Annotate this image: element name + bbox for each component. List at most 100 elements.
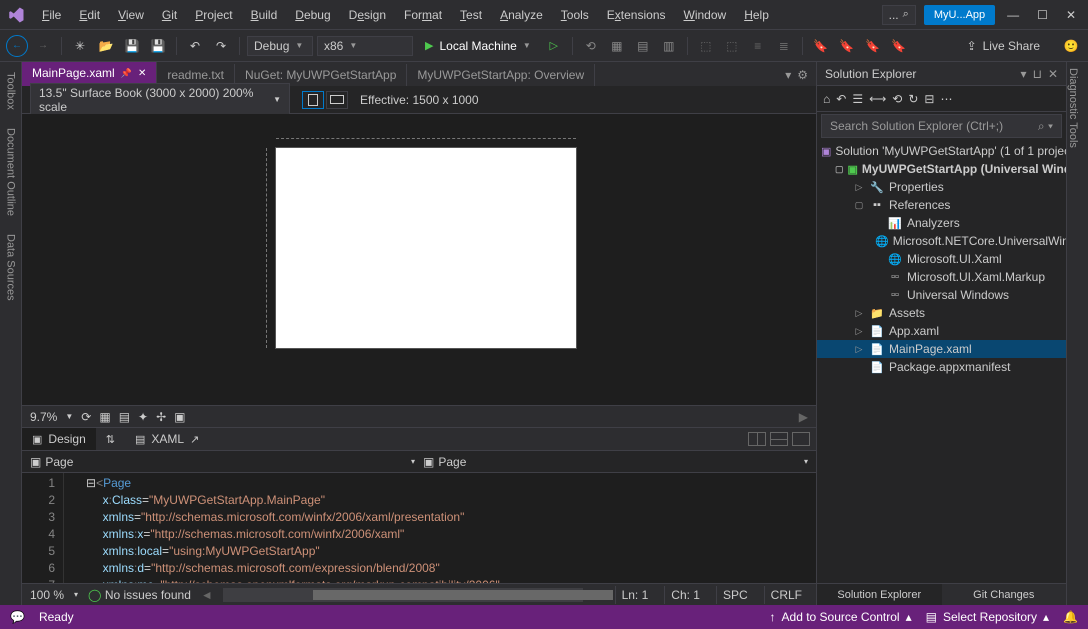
solution-explorer-tab[interactable]: Solution Explorer (817, 584, 942, 605)
horizontal-split-icon[interactable] (770, 432, 788, 446)
design-surface[interactable] (22, 114, 816, 405)
menu-analyze[interactable]: Analyze (492, 4, 551, 26)
gear-icon[interactable]: ⚙ (797, 68, 808, 82)
bookmark-button[interactable]: 🔖 (810, 35, 832, 57)
menu-debug[interactable]: Debug (287, 4, 338, 26)
running-app-pill[interactable]: MyU...App (924, 5, 995, 25)
align-button[interactable]: ⬚ (695, 35, 717, 57)
dropdown-icon[interactable]: ▾ (785, 68, 791, 82)
configuration-dropdown[interactable]: Debug▼ (247, 36, 313, 56)
ref-netcore[interactable]: 🌐Microsoft.NETCore.UniversalWindowsPlatf… (817, 232, 1066, 250)
menu-build[interactable]: Build (243, 4, 286, 26)
pin-icon[interactable]: ⊔ (1033, 67, 1042, 81)
menu-project[interactable]: Project (187, 4, 240, 26)
vertical-split-icon[interactable] (748, 432, 766, 446)
tool-button[interactable]: ▤ (632, 35, 654, 57)
scroll-left[interactable]: ◄ (201, 588, 213, 602)
output-icon[interactable]: 💬 (10, 610, 25, 624)
doc-tab[interactable]: MyUWPGetStartApp: Overview (407, 64, 595, 86)
scroll-right-icon[interactable]: ▶ (799, 410, 808, 424)
tool-button[interactable]: ▥ (658, 35, 680, 57)
more-icon[interactable]: ⋯ (940, 92, 952, 106)
undo-button[interactable]: ↶ (184, 35, 206, 57)
effects-icon[interactable]: ✢ (156, 410, 166, 424)
issues-indicator[interactable]: ◯ No issues found (88, 588, 191, 602)
effects-icon[interactable]: ✦ (138, 410, 148, 424)
add-source-control-button[interactable]: ↑ Add to Source Control ▴ (770, 610, 912, 624)
assets-folder[interactable]: ▷📁Assets (817, 304, 1066, 322)
manifest-file[interactable]: 📄Package.appxmanifest (817, 358, 1066, 376)
project-node[interactable]: ▢▣MyUWPGetStartApp (Universal Windows) (817, 160, 1066, 178)
properties-node[interactable]: ▷🔧Properties (817, 178, 1066, 196)
collapse-icon[interactable]: ⊟ (924, 92, 934, 106)
nav-fwd-button[interactable]: → (32, 35, 54, 57)
redo-button[interactable]: ↷ (210, 35, 232, 57)
xaml-tab[interactable]: ▤ XAML ↗ (125, 428, 209, 450)
diagnostic-tools-tab[interactable]: Diagnostic Tools (1067, 62, 1079, 154)
landscape-button[interactable] (326, 91, 348, 109)
breadcrumb-left[interactable]: ▣ Page▾ (30, 455, 415, 469)
explorer-search[interactable]: Search Solution Explorer (Ctrl+;) ⌕ ▾ (821, 114, 1062, 138)
menu-test[interactable]: Test (452, 4, 490, 26)
expand-icon[interactable] (792, 432, 810, 446)
device-dropdown[interactable]: 13.5" Surface Book (3000 x 2000) 200% sc… (30, 83, 290, 117)
tool-icon[interactable]: ☰ (852, 92, 863, 106)
toolbox-tab[interactable]: Toolbox (5, 68, 17, 114)
solution-node[interactable]: ▣Solution 'MyUWPGetStartApp' (1 of 1 pro… (817, 142, 1066, 160)
menu-file[interactable]: File (34, 4, 69, 26)
ref-uixaml-markup[interactable]: ▫▫Microsoft.UI.Xaml.Markup (817, 268, 1066, 286)
code-icon[interactable]: ▣ (174, 410, 185, 424)
maximize-button[interactable]: ☐ (1037, 8, 1048, 22)
minimize-button[interactable]: — (1007, 8, 1019, 22)
menu-format[interactable]: Format (396, 4, 450, 26)
tool-button[interactable]: ▦ (606, 35, 628, 57)
bookmark-button[interactable]: 🔖 (836, 35, 858, 57)
nav-back-button[interactable]: ← (6, 35, 28, 57)
start-debug-button[interactable]: ▶ Local Machine ▼ (417, 36, 539, 56)
notifications-icon[interactable]: 🔔 (1063, 610, 1078, 624)
align-button[interactable]: ≡ (747, 35, 769, 57)
menu-design[interactable]: Design (341, 4, 394, 26)
close-icon[interactable]: ✕ (1048, 67, 1058, 81)
select-repo-button[interactable]: ▤ Select Repository ▴ (926, 610, 1049, 624)
menu-tools[interactable]: Tools (553, 4, 597, 26)
mainpage-xaml-file[interactable]: ▷📄MainPage.xaml (817, 340, 1066, 358)
portrait-button[interactable] (302, 91, 324, 109)
design-tab[interactable]: ▣ Design (22, 428, 96, 450)
menu-git[interactable]: Git (154, 4, 185, 26)
feedback-button[interactable]: 🙂 (1060, 35, 1082, 57)
start-no-debug-button[interactable]: ▷ (543, 35, 565, 57)
refresh-icon[interactable]: ⟳ (81, 410, 91, 424)
document-outline-tab[interactable]: Document Outline (5, 124, 17, 220)
zoom-level[interactable]: 9.7% (30, 410, 57, 424)
align-button[interactable]: ≣ (773, 35, 795, 57)
bookmark-button[interactable]: 🔖 (888, 35, 910, 57)
swap-panes[interactable]: ⇅ (96, 429, 125, 450)
app-xaml-file[interactable]: ▷📄App.xaml (817, 322, 1066, 340)
grid-icon[interactable]: ▦ (99, 410, 110, 424)
live-share-button[interactable]: ⇪ Live Share (959, 36, 1048, 56)
save-button[interactable]: 💾 (121, 35, 143, 57)
code-content[interactable]: ⊟<Page x:Class="MyUWPGetStartApp.MainPag… (64, 473, 816, 583)
design-canvas[interactable] (276, 148, 576, 348)
quick-search[interactable]: ... ⌕ (882, 5, 916, 25)
git-changes-tab[interactable]: Git Changes (942, 584, 1067, 605)
dropdown-icon[interactable]: ▾ (1021, 67, 1027, 81)
platform-dropdown[interactable]: x86▼ (317, 36, 413, 56)
eol-indicator[interactable]: CRLF (764, 586, 808, 604)
bookmark-button[interactable]: 🔖 (862, 35, 884, 57)
ref-uixaml[interactable]: 🌐Microsoft.UI.Xaml (817, 250, 1066, 268)
open-button[interactable]: 📂 (95, 35, 117, 57)
indent-indicator[interactable]: SPC (716, 586, 754, 604)
xaml-code-editor[interactable]: 1234567 ⊟<Page x:Class="MyUWPGetStartApp… (22, 473, 816, 583)
menu-view[interactable]: View (110, 4, 152, 26)
new-item-button[interactable]: ✳ (69, 35, 91, 57)
data-sources-tab[interactable]: Data Sources (5, 230, 17, 305)
snap-icon[interactable]: ▤ (119, 410, 130, 424)
menu-window[interactable]: Window (676, 4, 735, 26)
sync-icon[interactable]: ⟲ (892, 92, 902, 106)
close-button[interactable]: ✕ (1066, 8, 1076, 22)
save-all-button[interactable]: 💾 (147, 35, 169, 57)
tool-icon[interactable]: ⟷ (869, 92, 886, 106)
home-icon[interactable]: ⌂ (823, 92, 830, 106)
